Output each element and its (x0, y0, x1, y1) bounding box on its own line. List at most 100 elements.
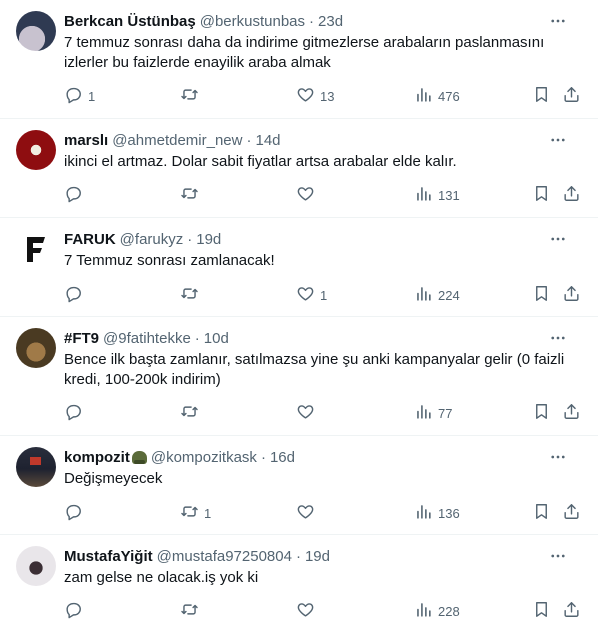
more-icon[interactable] (548, 328, 568, 348)
avatar[interactable] (16, 546, 56, 586)
share-button[interactable] (562, 85, 581, 107)
author-name[interactable]: Berkcan Üstünbaş (64, 13, 196, 30)
share-button[interactable] (562, 184, 581, 206)
reply-button[interactable]: 1 (64, 85, 95, 107)
retweet-button[interactable]: 1 (180, 502, 211, 524)
author-name[interactable]: marslı (64, 132, 108, 149)
tweet-actions: 1 136 (56, 502, 586, 524)
avatar[interactable] (16, 447, 56, 487)
bookmark-button[interactable] (532, 184, 551, 206)
like-count: 13 (320, 88, 335, 104)
views-button[interactable]: 476 (414, 85, 460, 107)
bookmark-button[interactable] (532, 402, 551, 424)
tweet-header: kompozit @kompozitkask · 16d (64, 447, 582, 467)
avatar[interactable] (16, 130, 56, 170)
share-icon (562, 85, 581, 107)
bookmark-icon (532, 402, 551, 424)
share-icon (562, 184, 581, 206)
like-button[interactable] (296, 184, 320, 206)
share-button[interactable] (562, 502, 581, 524)
view-count: 77 (438, 405, 453, 421)
helmet-emoji-icon (131, 450, 147, 464)
author-name[interactable]: MustafaYiğit (64, 548, 153, 565)
reply-icon (64, 502, 83, 524)
more-icon[interactable] (548, 229, 568, 249)
tweet[interactable]: FARUK @farukyz · 19d 7 Temmuz sonrası za… (0, 218, 598, 317)
views-icon (414, 402, 433, 424)
avatar[interactable] (16, 229, 56, 269)
author-name[interactable]: FARUK (64, 231, 116, 248)
reply-button[interactable] (64, 184, 88, 206)
tweet-text: ikinci el artmaz. Dolar sabit fiyatlar a… (64, 153, 457, 170)
avatar[interactable] (16, 11, 56, 51)
share-icon (562, 600, 581, 622)
avatar-logo (27, 237, 45, 262)
tweet-header: Berkcan Üstünbaş @berkustunbas · 23d (64, 11, 582, 31)
more-icon[interactable] (548, 447, 568, 467)
more-icon[interactable] (548, 546, 568, 566)
retweet-button[interactable] (180, 284, 204, 306)
views-button[interactable]: 228 (414, 600, 460, 622)
timestamp[interactable]: 23d (318, 13, 343, 30)
timestamp[interactable]: 16d (270, 449, 295, 466)
bookmark-button[interactable] (532, 284, 551, 306)
share-icon (562, 402, 581, 424)
view-count: 476 (438, 88, 460, 104)
tweet-text: zam gelse ne olacak.iş yok ki (64, 569, 259, 586)
more-icon[interactable] (548, 11, 568, 31)
share-button[interactable] (562, 402, 581, 424)
more-icon[interactable] (548, 130, 568, 150)
tweet[interactable]: kompozit @kompozitkask · 16d Değişmeyece… (0, 436, 598, 535)
views-button[interactable]: 131 (414, 184, 460, 206)
views-button[interactable]: 136 (414, 502, 460, 524)
retweet-button[interactable] (180, 85, 204, 107)
views-icon (414, 85, 433, 107)
retweet-button[interactable] (180, 402, 204, 424)
timestamp[interactable]: 10d (204, 330, 229, 347)
bookmark-button[interactable] (532, 600, 551, 622)
retweet-button[interactable] (180, 600, 204, 622)
tweet[interactable]: Berkcan Üstünbaş @berkustunbas · 23d 7 t… (0, 0, 598, 119)
separator-dot: · (309, 12, 315, 30)
view-count: 136 (438, 505, 460, 521)
view-count: 131 (438, 187, 460, 203)
retweet-icon (180, 402, 199, 424)
reply-count: 1 (88, 88, 96, 104)
like-button[interactable]: 1 (296, 284, 327, 306)
heart-icon (296, 284, 315, 306)
author-name[interactable]: #FT9 (64, 330, 99, 347)
share-button[interactable] (562, 284, 581, 306)
author-handle[interactable]: @kompozitkask (151, 449, 257, 466)
tweet-text: Bence ilk başta zamlanır, satılmazsa yin… (64, 351, 565, 388)
bookmark-button[interactable] (532, 85, 551, 107)
bookmark-button[interactable] (532, 502, 551, 524)
like-button[interactable] (296, 600, 320, 622)
tweet[interactable]: marslı @ahmetdemir_new · 14d ikinci el a… (0, 119, 598, 218)
reply-button[interactable] (64, 284, 88, 306)
reply-icon (64, 600, 83, 622)
author-handle[interactable]: @berkustunbas (200, 13, 305, 30)
share-button[interactable] (562, 600, 581, 622)
timestamp[interactable]: 19d (196, 231, 221, 248)
retweet-button[interactable] (180, 184, 204, 206)
views-button[interactable]: 77 (414, 402, 452, 424)
tweet-actions: 131 (56, 184, 586, 206)
author-handle[interactable]: @mustafa97250804 (157, 548, 292, 565)
reply-button[interactable] (64, 600, 88, 622)
like-button[interactable]: 13 (296, 85, 334, 107)
author-handle[interactable]: @ahmetdemir_new (112, 132, 242, 149)
timestamp[interactable]: 14d (256, 132, 281, 149)
views-button[interactable]: 224 (414, 284, 460, 306)
like-button[interactable] (296, 502, 320, 524)
author-name[interactable]: kompozit (64, 449, 130, 466)
reply-button[interactable] (64, 502, 88, 524)
author-handle[interactable]: @9fatihtekke (103, 330, 191, 347)
tweet[interactable]: MustafaYiğit @mustafa97250804 · 19d zam … (0, 535, 598, 629)
view-count: 228 (438, 603, 460, 619)
reply-button[interactable] (64, 402, 88, 424)
avatar[interactable] (16, 328, 56, 368)
like-button[interactable] (296, 402, 320, 424)
author-handle[interactable]: @farukyz (120, 231, 184, 248)
tweet[interactable]: #FT9 @9fatihtekke · 10d Bence ilk başta … (0, 317, 598, 436)
timestamp[interactable]: 19d (305, 548, 330, 565)
